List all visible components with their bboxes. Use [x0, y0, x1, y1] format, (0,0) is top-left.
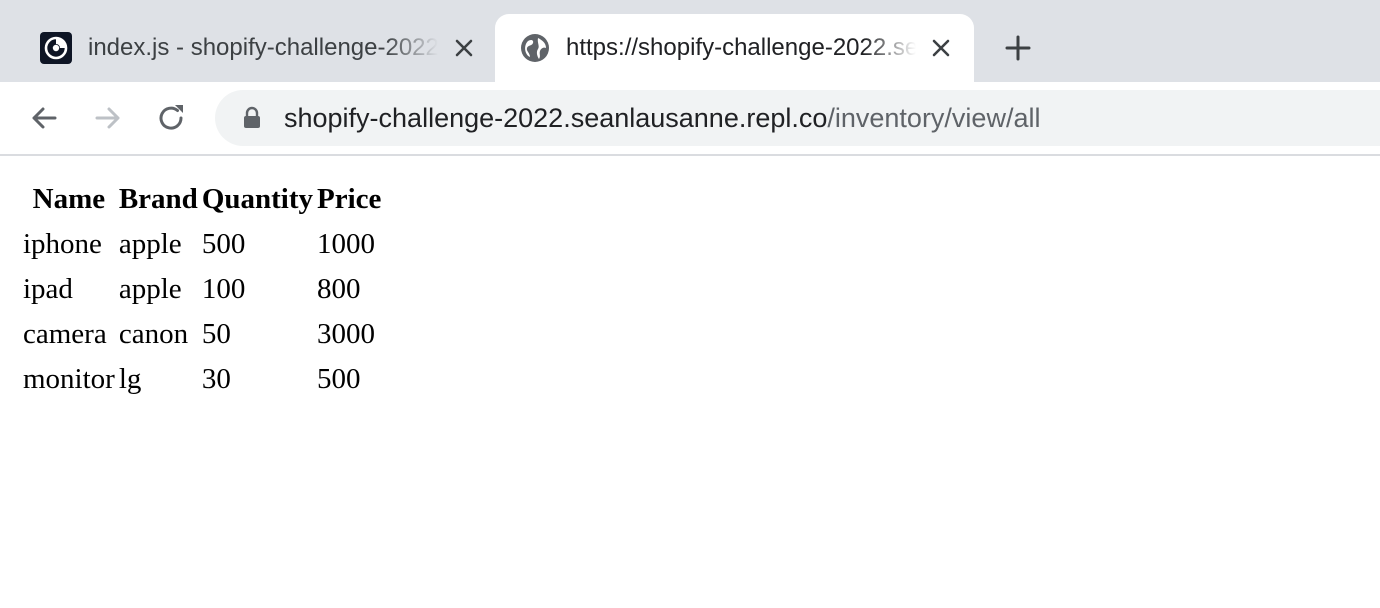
cell-price: 3000: [317, 318, 376, 350]
column-header-price: Price: [317, 183, 382, 215]
page-content: Name Brand Quantity Price iphone apple 5…: [0, 156, 1380, 608]
cell-quantity: 500: [201, 228, 246, 260]
tab-inventory-page[interactable]: https://shopify-challenge-2022.seanlausa…: [495, 14, 974, 82]
url-host: shopify-challenge-2022.seanlausanne.repl…: [284, 103, 828, 133]
table-row: ipad apple 100 800: [22, 268, 382, 311]
back-arrow-icon[interactable]: [26, 100, 62, 136]
close-icon[interactable]: [927, 34, 955, 62]
cell-price: 800: [317, 273, 361, 305]
table-row: iphone apple 500 1000: [22, 223, 382, 266]
column-header-quantity: Quantity: [201, 183, 314, 215]
plus-icon[interactable]: [1002, 32, 1034, 64]
browser-toolbar: shopify-challenge-2022.seanlausanne.repl…: [0, 82, 1380, 155]
cell-name: iphone: [23, 228, 102, 260]
cell-quantity: 100: [201, 273, 246, 305]
tab-title: index.js - shopify-challenge-2022 - Repl…: [88, 34, 438, 61]
tab-strip: index.js - shopify-challenge-2022 - Repl…: [0, 0, 1380, 82]
table-row: monitor lg 30 500: [22, 358, 382, 401]
url-text[interactable]: shopify-challenge-2022.seanlausanne.repl…: [284, 102, 1040, 134]
address-bar[interactable]: shopify-challenge-2022.seanlausanne.repl…: [215, 90, 1380, 146]
cell-quantity: 50: [201, 318, 231, 350]
cell-brand: apple: [118, 228, 182, 260]
cell-brand: apple: [118, 273, 182, 305]
inventory-table: Name Brand Quantity Price iphone apple 5…: [20, 176, 384, 403]
cell-price: 500: [317, 363, 361, 395]
column-header-name: Name: [32, 183, 106, 215]
replit-icon: [40, 32, 72, 64]
cell-name: monitor: [23, 363, 115, 395]
column-header-brand: Brand: [118, 183, 198, 215]
lock-icon[interactable]: [241, 106, 263, 130]
table-row: camera canon 50 3000: [22, 313, 382, 356]
forward-arrow-icon[interactable]: [90, 100, 126, 136]
tab-replit-editor[interactable]: index.js - shopify-challenge-2022 - Repl…: [20, 14, 490, 82]
cell-brand: canon: [118, 318, 189, 350]
close-icon[interactable]: [450, 34, 478, 62]
cell-brand: lg: [118, 363, 142, 395]
table-header-row: Name Brand Quantity Price: [22, 178, 382, 221]
cell-price: 1000: [317, 228, 376, 260]
cell-name: ipad: [23, 273, 73, 305]
cell-name: camera: [23, 318, 107, 350]
globe-icon: [521, 34, 549, 62]
reload-icon[interactable]: [154, 100, 190, 136]
tab-title: https://shopify-challenge-2022.seanlausa…: [566, 34, 916, 61]
cell-quantity: 30: [201, 363, 231, 395]
url-path: /inventory/view/all: [827, 103, 1041, 133]
